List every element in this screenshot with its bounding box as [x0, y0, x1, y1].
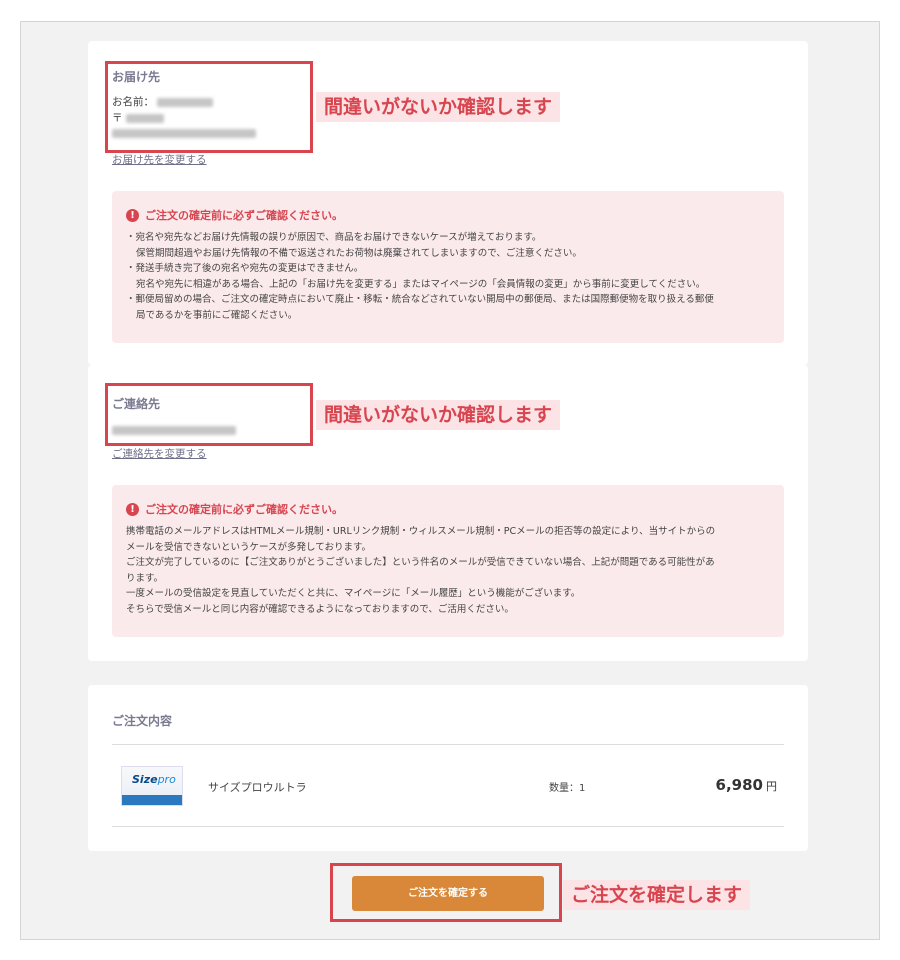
notice-heading-text: ご注文の確定前に必ずご確認ください。 [145, 209, 343, 222]
price-currency: 円 [766, 780, 777, 793]
annotation-callout-delivery: 間違いがないか確認します [316, 92, 561, 122]
annotation-box-contact [105, 383, 313, 446]
notice-line: ・郵便局留めの場合、ご注文の確定時点において廃止・移転・統合などされていない開局… [126, 294, 714, 305]
alert-icon: ! [126, 502, 139, 516]
notice-heading-text: ご注文の確定前に必ずご確認ください。 [145, 503, 343, 516]
product-quantity: 数量：1 [549, 783, 586, 794]
notice-line: ご注文が完了しているのに【ご注文ありがとうございました】という件名のメールが受信… [126, 557, 715, 568]
notice-heading: ! ご注文の確定前に必ずご確認ください。 [126, 501, 343, 517]
price-value: 6,980 [715, 776, 763, 794]
notice-line: 一度メールの受信設定を見直していただくと共に、マイページに「メール履歴」という機… [126, 588, 581, 599]
notice-body: 携帯電話のメールアドレスはHTMLメール規制・URLリンク規制・ウィルスメール規… [126, 524, 770, 617]
notice-line: 宛名や宛先に相違がある場合、上記の「お届け先を変更する」またはマイページの「会員… [136, 278, 706, 290]
delivery-notice: ! ご注文の確定前に必ずご確認ください。 ・宛名や宛先などお届け先情報の誤りが原… [112, 191, 784, 343]
annotation-callout-contact: 間違いがないか確認します [316, 400, 561, 430]
notice-line: ・発送手続き完了後の宛名や宛先の変更はできません。 [126, 263, 364, 274]
divider [112, 744, 784, 745]
notice-line: メールを受信できないというケースが多発しております。 [126, 541, 372, 553]
product-image: Sizepro [121, 766, 183, 806]
product-price: 6,980 円 [716, 776, 777, 794]
notice-body: ・宛名や宛先などお届け先情報の誤りが原因で、商品をお届けできないケースが増えてお… [126, 230, 770, 323]
notice-line: 局であるかを事前にご確認ください。 [136, 309, 298, 321]
order-title: ご注文内容 [112, 714, 173, 728]
product-image-stripe [122, 795, 182, 805]
annotation-box-delivery [105, 61, 313, 153]
divider [112, 826, 784, 827]
alert-icon: ! [126, 208, 139, 222]
notice-heading: ! ご注文の確定前に必ずご確認ください。 [126, 207, 343, 223]
notice-line: そちらで受信メールと同じ内容が確認できるようになっておりますので、ご活用ください… [126, 603, 514, 615]
product-name: サイズプロウルトラ [208, 781, 307, 794]
notice-line: 保管期間超過やお届け先情報の不備で返送されたお荷物は廃棄されてしまいますので、ご… [136, 247, 582, 259]
notice-line: ・宛名や宛先などお届け先情報の誤りが原因で、商品をお届けできないケースが増えてお… [126, 232, 542, 243]
annotation-callout-confirm: ご注文を確定します [563, 880, 751, 910]
notice-line: 携帯電話のメールアドレスはHTMLメール規制・URLリンク規制・ウィルスメール規… [126, 526, 716, 537]
contact-notice: ! ご注文の確定前に必ずご確認ください。 携帯電話のメールアドレスはHTMLメー… [112, 485, 784, 637]
annotation-box-confirm [330, 863, 562, 922]
notice-line: ります。 [126, 572, 164, 584]
change-contact-link[interactable]: ご連絡先を変更する [112, 446, 207, 461]
order-card: ご注文内容 Sizepro サイズプロウルトラ 数量：1 6,980 円 [88, 685, 808, 851]
change-delivery-link[interactable]: お届け先を変更する [112, 152, 207, 167]
product-brand: Sizepro [132, 773, 176, 786]
